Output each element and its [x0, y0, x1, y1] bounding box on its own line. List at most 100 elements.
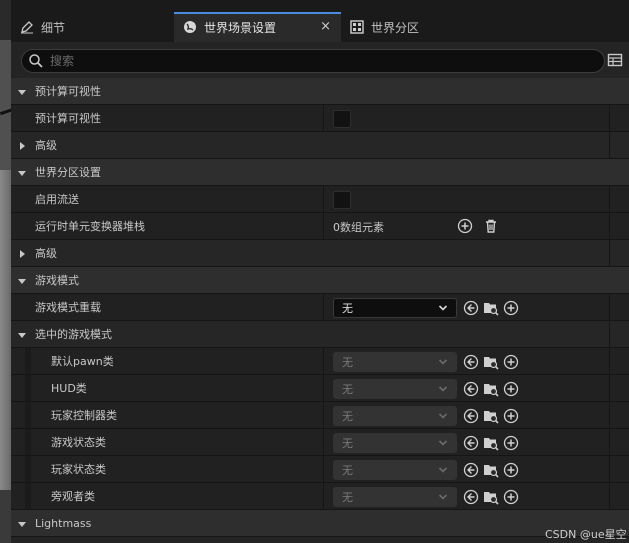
- category-row[interactable]: 游戏模式: [11, 267, 629, 294]
- browse-icon[interactable]: [483, 435, 499, 451]
- use-selected-icon[interactable]: [463, 435, 479, 451]
- class-dropdown: 无: [333, 432, 457, 453]
- category-row[interactable]: Lightmass: [11, 510, 629, 537]
- viewport-edge: [0, 0, 11, 543]
- row-label: 游戏状态类: [51, 436, 106, 449]
- chevron-down-icon: [438, 303, 448, 313]
- property-row: 启用流送: [11, 186, 629, 213]
- subcategory-row[interactable]: 高级: [11, 132, 629, 159]
- category-row[interactable]: 预计算可视性: [11, 78, 629, 105]
- watermark: CSDN @ue星空: [545, 528, 627, 541]
- class-dropdown: 无: [333, 405, 457, 426]
- nest-indent: [25, 348, 31, 374]
- collapse-arrow-icon[interactable]: [17, 330, 27, 340]
- row-label: 玩家控制器类: [51, 409, 117, 422]
- tab-details[interactable]: 细节: [11, 12, 174, 42]
- browse-icon[interactable]: [483, 300, 499, 316]
- browse-icon[interactable]: [483, 354, 499, 370]
- use-selected-icon[interactable]: [463, 381, 479, 397]
- row-label: 默认pawn类: [51, 355, 114, 368]
- chevron-down-icon: [438, 357, 448, 367]
- tab-world-settings[interactable]: 世界场景设置 ×: [174, 12, 341, 42]
- row-label: Lightmass: [35, 516, 92, 530]
- row-label: 预计算可视性: [35, 85, 101, 98]
- close-icon[interactable]: ×: [320, 19, 331, 34]
- nest-indent: [25, 402, 31, 428]
- pencil-icon: [19, 19, 35, 35]
- add-icon[interactable]: [503, 381, 519, 397]
- row-label: 启用流送: [35, 193, 79, 206]
- expand-arrow-icon[interactable]: [17, 141, 27, 151]
- use-selected-icon[interactable]: [463, 462, 479, 478]
- property-row: 玩家控制器类 无: [11, 402, 629, 429]
- row-label: 世界分区设置: [35, 166, 101, 179]
- class-dropdown: 无: [333, 351, 457, 372]
- property-row: 玩家状态类 无: [11, 456, 629, 483]
- class-dropdown[interactable]: 无: [333, 297, 457, 318]
- search-row: [11, 42, 629, 78]
- add-icon[interactable]: [503, 408, 519, 424]
- nest-indent: [25, 429, 31, 455]
- use-selected-icon[interactable]: [463, 300, 479, 316]
- tab-world-partition[interactable]: 世界分区: [341, 12, 461, 42]
- checkbox[interactable]: [333, 190, 351, 209]
- use-selected-icon[interactable]: [463, 354, 479, 370]
- add-icon[interactable]: [503, 462, 519, 478]
- subcategory-row[interactable]: 高级: [11, 240, 629, 267]
- chevron-down-icon: [438, 411, 448, 421]
- table-view-icon[interactable]: [607, 52, 623, 68]
- row-label: 玩家状态类: [51, 463, 106, 476]
- globe-icon: [182, 19, 198, 35]
- chevron-down-icon: [438, 384, 448, 394]
- add-icon[interactable]: [503, 300, 519, 316]
- category-row[interactable]: 世界分区设置: [11, 159, 629, 186]
- dropdown-value: 无: [342, 409, 353, 423]
- nest-indent: [25, 456, 31, 482]
- chevron-down-icon: [438, 492, 448, 502]
- dropdown-value: 无: [342, 355, 353, 369]
- tab-details-label: 细节: [41, 20, 66, 35]
- search-box[interactable]: [21, 49, 605, 73]
- row-label: 游戏模式: [35, 274, 79, 287]
- class-dropdown: 无: [333, 486, 457, 507]
- row-label: 选中的游戏模式: [35, 328, 112, 341]
- collapse-arrow-icon[interactable]: [17, 276, 27, 286]
- property-row: 旁观者类 无: [11, 483, 629, 510]
- class-dropdown: 无: [333, 459, 457, 480]
- trash-icon[interactable]: [483, 218, 499, 234]
- collapse-arrow-icon[interactable]: [17, 519, 27, 529]
- expand-arrow-icon[interactable]: [17, 249, 27, 259]
- add-icon[interactable]: [503, 354, 519, 370]
- dropdown-value: 无: [342, 382, 353, 396]
- add-icon[interactable]: [503, 435, 519, 451]
- chevron-down-icon: [438, 465, 448, 475]
- dropdown-value: 无: [342, 301, 353, 315]
- row-label: 高级: [35, 247, 57, 260]
- array-count: 0数组元素: [333, 220, 384, 234]
- row-label: HUD类: [51, 382, 87, 395]
- nest-indent: [25, 483, 31, 509]
- use-selected-icon[interactable]: [463, 489, 479, 505]
- dropdown-value: 无: [342, 463, 353, 477]
- browse-icon[interactable]: [483, 381, 499, 397]
- collapse-arrow-icon[interactable]: [17, 168, 27, 178]
- search-input[interactable]: [50, 54, 570, 68]
- add-element-icon[interactable]: [457, 218, 473, 234]
- row-label: 高级: [35, 139, 57, 152]
- checkbox[interactable]: [333, 109, 351, 128]
- subcategory-row[interactable]: 选中的游戏模式: [11, 321, 629, 348]
- browse-icon[interactable]: [483, 462, 499, 478]
- add-icon[interactable]: [503, 489, 519, 505]
- collapse-arrow-icon[interactable]: [17, 87, 27, 97]
- chevron-down-icon: [438, 438, 448, 448]
- property-row: 运行时单元变换器堆栈 0数组元素: [11, 213, 629, 240]
- browse-icon[interactable]: [483, 489, 499, 505]
- row-label: 运行时单元变换器堆栈: [35, 220, 145, 233]
- grid-icon: [349, 19, 365, 35]
- property-list: 预计算可视性 预计算可视性 高级 世界分区设置 启用流送 运行时单元变换器堆栈 0数组元素高…: [11, 78, 629, 537]
- property-row: 游戏状态类 无: [11, 429, 629, 456]
- use-selected-icon[interactable]: [463, 408, 479, 424]
- dropdown-value: 无: [342, 436, 353, 450]
- tab-world-settings-label: 世界场景设置: [204, 20, 277, 35]
- browse-icon[interactable]: [483, 408, 499, 424]
